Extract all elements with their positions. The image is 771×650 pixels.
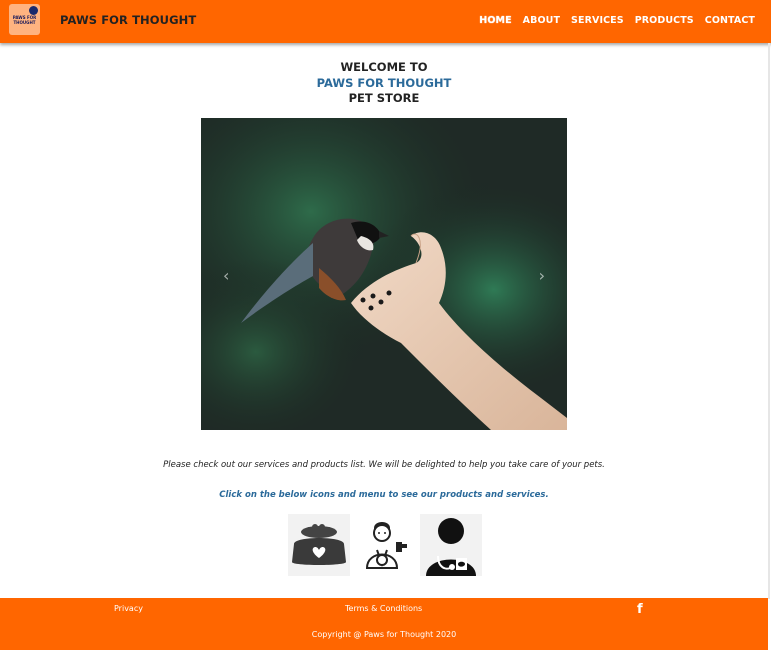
welcome-line-1: WELCOME TO	[340, 60, 428, 74]
carousel-prev-icon[interactable]: ‹	[223, 268, 229, 284]
terms-link[interactable]: Terms & Conditions	[345, 604, 422, 613]
page-border	[768, 43, 770, 599]
site-title[interactable]: PAWS FOR THOUGHT	[60, 13, 196, 27]
footer: Privacy Terms & Conditions f Copyright @…	[0, 598, 768, 650]
call-to-action-text: Click on the below icons and menu to see…	[219, 490, 549, 500]
pet-groomer-icon-graphic	[354, 514, 416, 576]
logo[interactable]: Paws for Thought	[9, 4, 40, 35]
veterinarian-icon[interactable]	[420, 514, 482, 576]
top-navbar: Paws for Thought PAWS FOR THOUGHT HOME A…	[0, 0, 771, 43]
logo-text: Paws for Thought	[12, 15, 37, 25]
welcome-line-3: PET STORE	[348, 91, 420, 105]
copyright-text: Copyright @ Paws for Thought 2020	[311, 630, 457, 639]
image-carousel[interactable]: ‹ ›	[201, 118, 567, 430]
carousel-next-icon[interactable]: ›	[539, 268, 545, 284]
service-icons	[288, 514, 482, 576]
paw-print-icon	[29, 6, 38, 15]
carousel-slide-bird-on-hand	[201, 118, 567, 430]
pet-food-bowl-icon[interactable]	[288, 514, 350, 576]
privacy-link[interactable]: Privacy	[114, 604, 143, 613]
nav-about[interactable]: ABOUT	[523, 15, 560, 26]
intro-text: Please check out our services and produc…	[163, 460, 605, 470]
veterinarian-icon-graphic	[420, 514, 482, 576]
main-menu: HOME ABOUT SERVICES PRODUCTS CONTACT	[479, 15, 755, 26]
facebook-icon[interactable]: f	[637, 602, 643, 617]
nav-services[interactable]: SERVICES	[571, 15, 624, 26]
welcome-store-name: PAWS FOR THOUGHT	[316, 75, 452, 90]
nav-products[interactable]: PRODUCTS	[635, 15, 694, 26]
nav-contact[interactable]: CONTACT	[705, 15, 755, 26]
pet-food-bowl-icon-graphic	[288, 514, 350, 576]
welcome-heading: WELCOME TO PAWS FOR THOUGHT PET STORE	[0, 60, 768, 107]
pet-groomer-icon[interactable]	[354, 514, 416, 576]
nav-home[interactable]: HOME	[479, 15, 511, 26]
